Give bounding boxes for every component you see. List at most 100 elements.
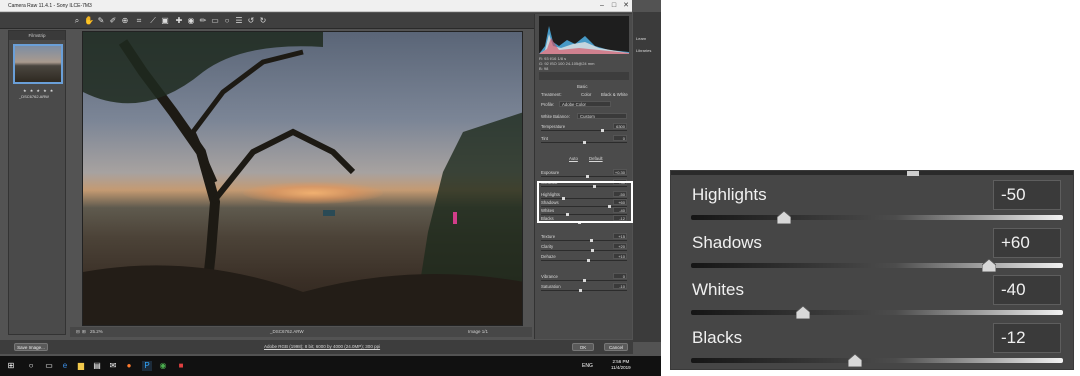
panel-tabs[interactable]	[539, 72, 629, 80]
zoomed-slider-highlights[interactable]: Highlights -50	[671, 180, 1073, 225]
basic-slider-clarity[interactable]: Clarity +20	[539, 243, 629, 252]
highlights-value-field[interactable]: -50	[993, 180, 1061, 210]
treatment-bw-radio[interactable]: Black & White	[601, 92, 628, 97]
color-sampler-icon[interactable]: ✐	[108, 16, 118, 26]
basic-slider-saturation[interactable]: Saturation -10	[539, 283, 629, 292]
whites-slider-knob[interactable]	[795, 306, 810, 319]
slider-track[interactable]	[541, 176, 627, 177]
file-explorer-icon[interactable]: ▆	[76, 361, 86, 371]
edge-icon[interactable]: e	[60, 361, 70, 371]
white-balance-tool-icon[interactable]: ✎	[96, 16, 106, 26]
basic-slider-dehaze[interactable]: Dehaze +10	[539, 253, 629, 262]
slider-knob[interactable]	[587, 259, 591, 262]
auto-link[interactable]: Auto	[569, 156, 578, 161]
slider-value[interactable]: +10	[613, 253, 627, 259]
view-status-bar: ⊟ ⊞ 25.2% _DSC6762.ARW Image 1/1	[70, 327, 532, 337]
targeted-adjust-icon[interactable]: ⊕	[120, 16, 130, 26]
slider-value[interactable]: +20	[613, 243, 627, 249]
close-icon[interactable]: ✕	[620, 0, 632, 12]
windows-taskbar: ⊞ ○ ▭ e ▆ ▤ ✉ ● P ◉ ■ ENG 2:56 PM 11/4/2…	[0, 356, 661, 376]
slider-knob[interactable]	[601, 129, 605, 132]
zoom-level[interactable]: 25.2%	[90, 327, 103, 337]
slider-value[interactable]: 0	[613, 273, 627, 279]
shadows-value-field[interactable]: +60	[993, 227, 1061, 258]
search-icon[interactable]: ○	[26, 361, 36, 371]
learn-tab[interactable]: Learn	[636, 36, 646, 41]
slider-knob[interactable]	[591, 249, 595, 252]
start-icon[interactable]: ⊞	[6, 361, 16, 371]
zoomed-slider-blacks[interactable]: Blacks -12	[671, 322, 1073, 368]
slider-knob[interactable]	[589, 239, 593, 242]
photoshop-icon[interactable]: P	[142, 361, 152, 371]
zoom-in-icon[interactable]: ⊞	[82, 327, 86, 337]
treatment-color-radio[interactable]: Color	[581, 92, 591, 97]
slider-track[interactable]	[541, 130, 627, 131]
previous-slider-knob[interactable]	[907, 171, 919, 176]
basic-slider-texture[interactable]: Texture +15	[539, 233, 629, 242]
filmstrip-thumbnail[interactable]: ★ ★ ★ ★ ★ _DSC6762.ARW	[13, 44, 63, 99]
zoomed-slider-shadows[interactable]: Shadows +60	[671, 227, 1073, 273]
basic-slider-tint[interactable]: Tint 0	[539, 135, 629, 144]
blacks-slider-track[interactable]	[691, 357, 1063, 363]
graduated-filter-icon[interactable]: ▭	[210, 16, 220, 26]
photo-preview[interactable]	[82, 31, 523, 326]
preferences-icon[interactable]: ☰	[234, 16, 244, 26]
slider-knob[interactable]	[578, 289, 582, 292]
hand-tool-icon[interactable]: ✋	[84, 16, 94, 26]
task-view-icon[interactable]: ▭	[44, 361, 54, 371]
red-eye-icon[interactable]: ◉	[186, 16, 196, 26]
whites-value-field[interactable]: -40	[993, 275, 1061, 305]
radial-filter-icon[interactable]: ○	[222, 16, 232, 26]
slider-value[interactable]: +0.30	[613, 169, 627, 175]
slider-value[interactable]: 6300	[613, 123, 627, 129]
app-icon[interactable]: ■	[176, 361, 186, 371]
minimize-icon[interactable]: –	[596, 0, 608, 12]
profile-select[interactable]: Adobe Color	[559, 101, 611, 107]
highlights-slider-knob[interactable]	[777, 211, 791, 224]
white-balance-select[interactable]: Custom	[577, 113, 627, 119]
rotate-ccw-icon[interactable]: ↺	[246, 16, 256, 26]
store-icon[interactable]: ▤	[92, 361, 102, 371]
firefox-icon[interactable]: ●	[124, 361, 134, 371]
chrome-icon[interactable]: ◉	[158, 361, 168, 371]
taskbar-clock[interactable]: 2:56 PM 11/4/2019	[611, 359, 631, 371]
zoom-tool-icon[interactable]: ⌕	[72, 16, 82, 26]
workflow-options-link[interactable]: Adobe RGB (1998); 8 bit; 6000 by 4000 (2…	[264, 344, 380, 349]
spot-removal-icon[interactable]: ✚	[174, 16, 184, 26]
ok-button[interactable]: OK	[572, 343, 594, 351]
default-link[interactable]: Default	[589, 156, 603, 161]
maximize-icon[interactable]: □	[608, 0, 620, 12]
adjustment-brush-icon[interactable]: ✏	[198, 16, 208, 26]
highlights-slider-track[interactable]	[691, 215, 1063, 220]
cancel-button[interactable]: Cancel	[604, 343, 628, 351]
slider-value[interactable]: 0	[613, 135, 627, 141]
language-indicator[interactable]: ENG	[582, 361, 593, 371]
blacks-value-field[interactable]: -12	[993, 322, 1061, 353]
basic-slider-vibrance[interactable]: Vibrance 0	[539, 273, 629, 282]
rating-stars[interactable]: ★ ★ ★ ★ ★	[23, 88, 54, 93]
zoom-out-icon[interactable]: ⊟	[76, 327, 80, 337]
whites-slider-track[interactable]	[691, 310, 1063, 315]
slider-track[interactable]	[541, 250, 627, 251]
slider-track[interactable]	[541, 260, 627, 261]
basic-slider-exposure[interactable]: Exposure +0.30	[539, 169, 629, 178]
slider-value[interactable]: -10	[613, 283, 627, 289]
slider-track[interactable]	[541, 290, 627, 291]
basic-slider-temperature[interactable]: Temperature 6300	[539, 123, 629, 132]
libraries-tab[interactable]: Libraries	[636, 48, 651, 53]
slider-knob[interactable]	[583, 279, 586, 282]
transform-tool-icon[interactable]: ▣	[160, 16, 170, 26]
slider-value[interactable]: +15	[613, 233, 627, 239]
blacks-slider-knob[interactable]	[847, 353, 862, 367]
slider-track[interactable]	[541, 240, 627, 241]
slider-knob[interactable]	[586, 175, 590, 178]
slider-knob[interactable]	[583, 141, 586, 144]
shadows-slider-track[interactable]	[691, 262, 1063, 268]
save-image-button[interactable]: Save Image...	[14, 343, 48, 351]
straighten-tool-icon[interactable]: ⟋	[148, 16, 158, 26]
zoomed-slider-whites[interactable]: Whites -40	[671, 275, 1073, 320]
crop-tool-icon[interactable]: ⌗	[134, 16, 144, 26]
rotate-cw-icon[interactable]: ↻	[258, 16, 268, 26]
mail-icon[interactable]: ✉	[108, 361, 118, 371]
shadows-slider-knob[interactable]	[981, 258, 996, 272]
